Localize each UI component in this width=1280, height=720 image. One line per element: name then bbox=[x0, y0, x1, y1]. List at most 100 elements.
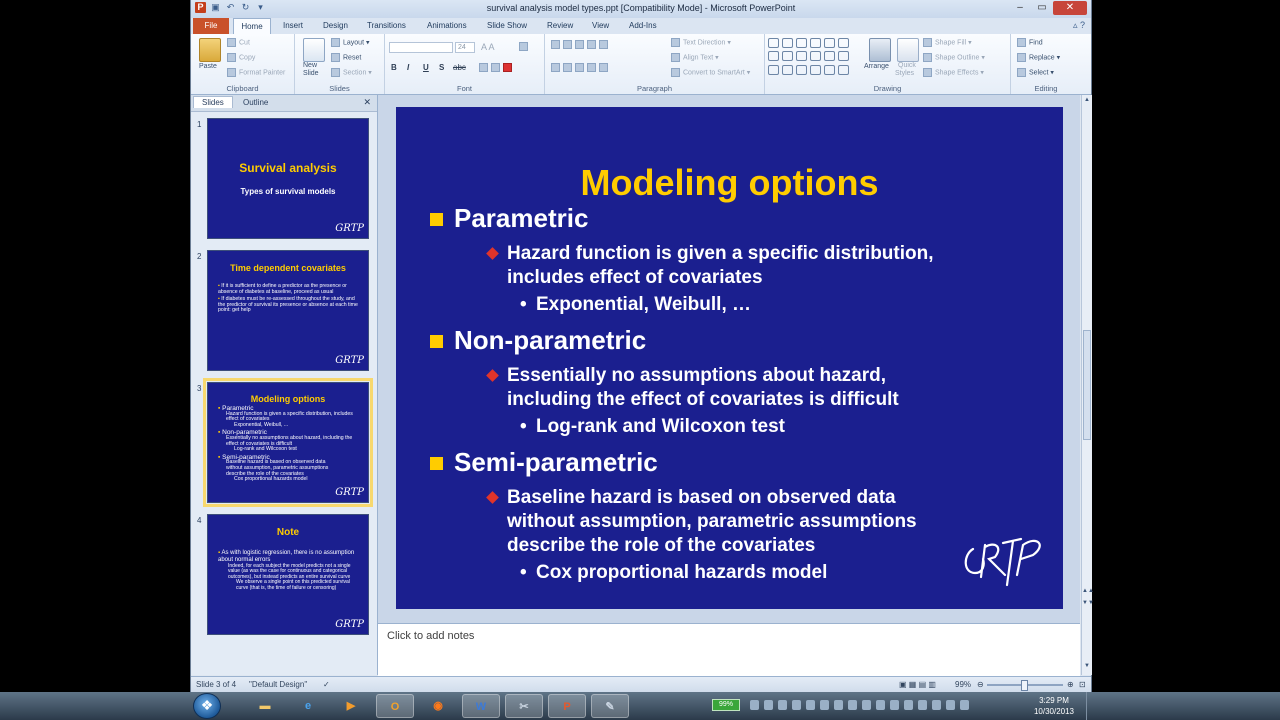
shape-icon[interactable] bbox=[838, 38, 849, 48]
shape-icon[interactable] bbox=[768, 64, 779, 75]
system-clock[interactable]: 3:29 PM 10/30/2013 bbox=[1024, 695, 1084, 717]
previous-slide-icon[interactable]: ▲▲ bbox=[1082, 588, 1094, 594]
tray-icon[interactable] bbox=[834, 700, 843, 710]
convert-smartart-button[interactable]: Convert to SmartArt ▾ bbox=[671, 68, 750, 77]
tab-add-ins[interactable]: Add-Ins bbox=[629, 21, 657, 30]
detail-bullet[interactable]: Cox proportional hazards model bbox=[520, 562, 827, 584]
clear-formatting-icon[interactable] bbox=[519, 42, 531, 51]
new-slide-icon[interactable] bbox=[303, 38, 325, 62]
font-size-adjust-icons[interactable]: A A bbox=[481, 42, 495, 52]
zoom-out-icon[interactable]: ⊖ bbox=[977, 680, 984, 689]
text-direction-button[interactable]: Text Direction ▾ bbox=[671, 38, 731, 47]
align-text-button[interactable]: Align Text ▾ bbox=[671, 53, 719, 62]
bullet-heading[interactable]: Semi-parametric bbox=[430, 447, 658, 478]
shapes-gallery[interactable] bbox=[768, 38, 854, 76]
maximize-button[interactable]: ▭ bbox=[1031, 1, 1053, 15]
tab-design[interactable]: Design bbox=[323, 21, 348, 30]
tab-transitions[interactable]: Transitions bbox=[367, 21, 406, 30]
slide-thumbnail-4[interactable]: Note As with logistic regression, there … bbox=[207, 514, 369, 635]
alignment-buttons[interactable] bbox=[551, 63, 611, 72]
scroll-down-icon[interactable]: ▼ bbox=[1082, 663, 1092, 669]
shape-icon[interactable] bbox=[824, 38, 835, 48]
spell-check-icon[interactable]: ✓ bbox=[323, 680, 330, 689]
detail-bullet[interactable]: Log-rank and Wilcoxon test bbox=[520, 416, 785, 438]
battery-indicator[interactable]: 99% bbox=[712, 699, 740, 711]
reset-button[interactable]: Reset bbox=[331, 53, 361, 62]
replace-button[interactable]: Replace ▾ bbox=[1017, 53, 1060, 62]
tray-icon[interactable] bbox=[764, 700, 773, 710]
arrange-icon[interactable] bbox=[869, 38, 891, 62]
arrange-button[interactable]: Arrange bbox=[864, 63, 889, 70]
layout-button[interactable]: Layout ▾ bbox=[331, 38, 370, 47]
tab-outline[interactable]: Outline bbox=[243, 98, 268, 107]
sub-bullet[interactable]: Essentially no assumptions about hazard,… bbox=[486, 364, 899, 412]
word-taskbar-icon[interactable]: W bbox=[462, 694, 500, 718]
notes-pane[interactable]: Click to add notes bbox=[378, 623, 1080, 676]
shape-effects-button[interactable]: Shape Effects ▾ bbox=[923, 68, 984, 77]
new-slide-button[interactable]: New bbox=[303, 62, 317, 69]
next-slide-icon[interactable]: ▼▼ bbox=[1082, 600, 1094, 606]
shape-icon[interactable] bbox=[782, 51, 793, 62]
quick-styles-button-line2[interactable]: Styles bbox=[895, 70, 914, 77]
font-name-field[interactable] bbox=[389, 42, 453, 53]
tray-icon[interactable] bbox=[890, 700, 899, 710]
font-size-field[interactable]: 24 bbox=[455, 42, 475, 53]
shape-icon[interactable] bbox=[782, 38, 793, 48]
paste-button[interactable]: Paste bbox=[199, 63, 217, 70]
media-player-taskbar-icon[interactable]: ▶ bbox=[332, 694, 370, 718]
shape-icon[interactable] bbox=[838, 64, 849, 75]
shape-icon[interactable] bbox=[824, 64, 835, 75]
bullet-heading[interactable]: Non-parametric bbox=[429, 325, 646, 356]
tab-home[interactable]: Home bbox=[233, 18, 271, 34]
cut-button[interactable]: Cut bbox=[227, 38, 250, 47]
shape-outline-button[interactable]: Shape Outline ▾ bbox=[923, 53, 985, 62]
slide-thumbnail-2[interactable]: Time dependent covariates If it is suffi… bbox=[207, 250, 369, 371]
close-button[interactable]: ✕ bbox=[1053, 1, 1087, 15]
sub-bullet[interactable]: Baseline hazard is based on observed dat… bbox=[486, 486, 917, 558]
new-slide-button-line2[interactable]: Slide bbox=[303, 70, 319, 77]
shape-icon[interactable] bbox=[796, 64, 807, 75]
slide-thumbnail-1[interactable]: Survival analysis Types of survival mode… bbox=[207, 118, 369, 239]
bullet-heading[interactable]: Parametric bbox=[429, 203, 588, 234]
tray-icon[interactable] bbox=[918, 700, 927, 710]
slide-thumbnail-3[interactable]: Modeling options Parametric Hazard funct… bbox=[203, 378, 373, 507]
tray-icon[interactable] bbox=[904, 700, 913, 710]
slide-title[interactable]: Modeling options bbox=[396, 162, 1063, 204]
zoom-slider-knob[interactable] bbox=[1021, 680, 1028, 691]
fit-to-window-icon[interactable]: ⊡ bbox=[1079, 680, 1086, 689]
shape-icon[interactable] bbox=[796, 51, 807, 62]
shape-icon[interactable] bbox=[838, 51, 849, 62]
tray-icon[interactable] bbox=[806, 700, 815, 710]
powerpoint-taskbar-icon[interactable]: P bbox=[548, 694, 586, 718]
view-buttons[interactable]: ▣ ▦ ▤ ▥ bbox=[899, 680, 936, 689]
select-button[interactable]: Select ▾ bbox=[1017, 68, 1054, 77]
tray-icon[interactable] bbox=[792, 700, 801, 710]
underline-button[interactable]: U bbox=[423, 63, 429, 72]
shape-icon[interactable] bbox=[768, 38, 779, 48]
shape-icon[interactable] bbox=[810, 38, 821, 48]
copy-button[interactable]: Copy bbox=[227, 53, 255, 62]
show-desktop-button[interactable] bbox=[1086, 692, 1093, 720]
snipping-tool-taskbar-icon[interactable]: ✂ bbox=[505, 694, 543, 718]
tab-insert[interactable]: Insert bbox=[283, 21, 303, 30]
tab-view[interactable]: View bbox=[592, 21, 609, 30]
tray-icon[interactable] bbox=[778, 700, 787, 710]
paste-icon[interactable] bbox=[199, 38, 221, 62]
tray-icon[interactable] bbox=[960, 700, 969, 710]
ribbon-minimize-and-help-icons[interactable]: ▵ ? bbox=[1073, 20, 1085, 31]
explorer-taskbar-icon[interactable]: ▬ bbox=[246, 694, 284, 718]
scroll-up-icon[interactable]: ▲ bbox=[1082, 97, 1092, 103]
firefox-taskbar-icon[interactable]: ◉ bbox=[419, 694, 457, 718]
start-button[interactable]: ❖ bbox=[193, 693, 221, 719]
zoom-in-icon[interactable]: ⊕ bbox=[1067, 680, 1074, 689]
tab-slides[interactable]: Slides bbox=[193, 96, 233, 108]
tray-icon[interactable] bbox=[750, 700, 759, 710]
current-slide[interactable]: Modeling options Parametric Hazard funct… bbox=[396, 107, 1063, 609]
minimize-button[interactable]: – bbox=[1009, 1, 1031, 15]
internet-explorer-taskbar-icon[interactable]: e bbox=[289, 694, 327, 718]
tool-taskbar-icon[interactable]: ✎ bbox=[591, 694, 629, 718]
tab-file[interactable]: File bbox=[193, 18, 229, 34]
quick-styles-button[interactable]: Quick bbox=[898, 62, 916, 69]
italic-button[interactable]: I bbox=[407, 63, 409, 72]
tray-icon[interactable] bbox=[820, 700, 829, 710]
